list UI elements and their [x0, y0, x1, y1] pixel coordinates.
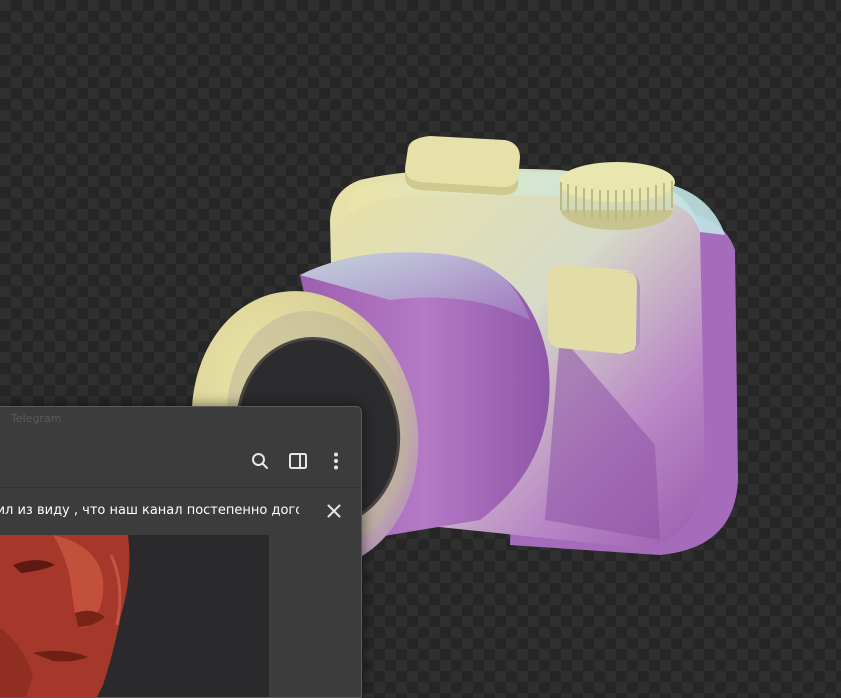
mode-dial — [559, 162, 675, 230]
search-icon — [252, 453, 268, 469]
pinned-close-button[interactable] — [321, 498, 347, 524]
window-title: Telegram — [11, 412, 62, 425]
chat-toolbar — [247, 443, 349, 479]
sculpt-face-image — [0, 535, 269, 697]
sidebar-toggle-button[interactable] — [285, 448, 311, 474]
pinned-message-bar[interactable]: тил из виду , что наш канал постепенно д… — [0, 488, 361, 534]
message-media-preview[interactable] — [0, 535, 269, 697]
chat-background — [269, 535, 361, 697]
more-button[interactable] — [323, 448, 349, 474]
search-button[interactable] — [247, 448, 273, 474]
close-icon — [327, 504, 341, 518]
pinned-message-text[interactable]: тил из виду , что наш канал постепенно д… — [0, 488, 299, 534]
viewfinder — [548, 265, 640, 355]
telegram-window[interactable]: Telegram тил из виду , что наш канал пос… — [0, 406, 362, 698]
sidebar-toggle-icon — [289, 453, 307, 469]
flash-block — [405, 136, 520, 196]
more-vertical-icon — [334, 452, 338, 470]
